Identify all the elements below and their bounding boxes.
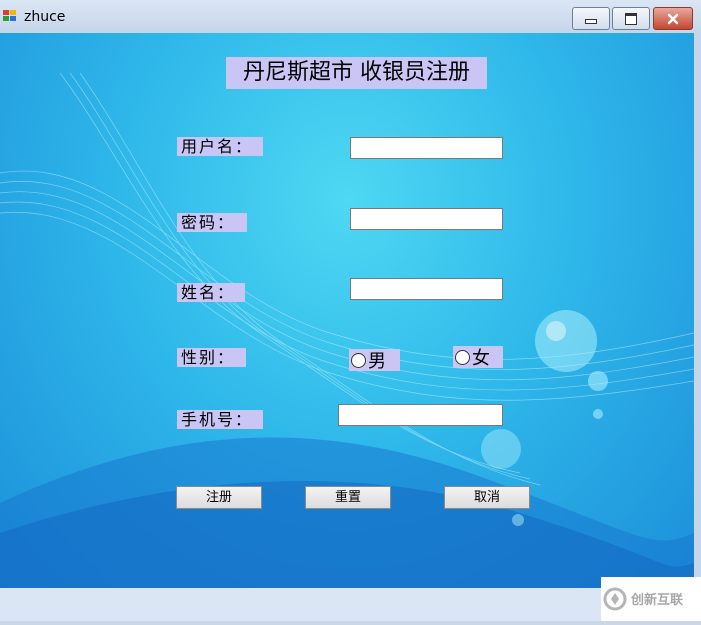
maximize-icon [625, 12, 637, 25]
name-input[interactable] [350, 278, 503, 300]
watermark-logo: 创新互联 [601, 577, 701, 621]
window-bottom-strip [0, 588, 701, 621]
phone-input[interactable] [338, 404, 503, 426]
name-label: 姓名： [177, 283, 245, 302]
maximize-button[interactable] [612, 7, 650, 30]
username-input[interactable] [350, 137, 503, 159]
gender-female-radio[interactable]: 女 [453, 346, 503, 369]
gender-label: 性别： [177, 348, 246, 367]
password-input[interactable] [350, 208, 503, 230]
app-icon [3, 10, 17, 22]
page-title: 丹尼斯超市 收银员注册 [226, 57, 487, 89]
window-title: zhuce [24, 9, 66, 25]
radio-circle-icon [351, 352, 366, 368]
title-bar[interactable]: zhuce [0, 0, 701, 33]
gender-female-label: 女 [472, 348, 490, 369]
register-button[interactable]: 注册 [176, 486, 262, 509]
reset-button[interactable]: 重置 [305, 486, 391, 509]
close-icon [667, 13, 679, 24]
window-border [694, 33, 701, 588]
radio-circle-icon [455, 349, 470, 365]
close-button[interactable] [653, 7, 693, 30]
username-label: 用户名： [177, 137, 263, 156]
watermark-text: 创新互联 [631, 593, 684, 608]
cancel-button[interactable]: 取消 [444, 486, 530, 509]
minimize-button[interactable] [572, 7, 610, 30]
phone-label: 手机号： [177, 410, 263, 429]
gender-male-label: 男 [368, 351, 386, 372]
form-client-area: 丹尼斯超市 收银员注册 用户名： 密码： 姓名： 性别： 男 女 手机号： 注册… [0, 33, 694, 588]
gender-male-radio[interactable]: 男 [349, 349, 400, 372]
minimize-icon [585, 19, 597, 24]
password-label: 密码： [177, 213, 247, 232]
